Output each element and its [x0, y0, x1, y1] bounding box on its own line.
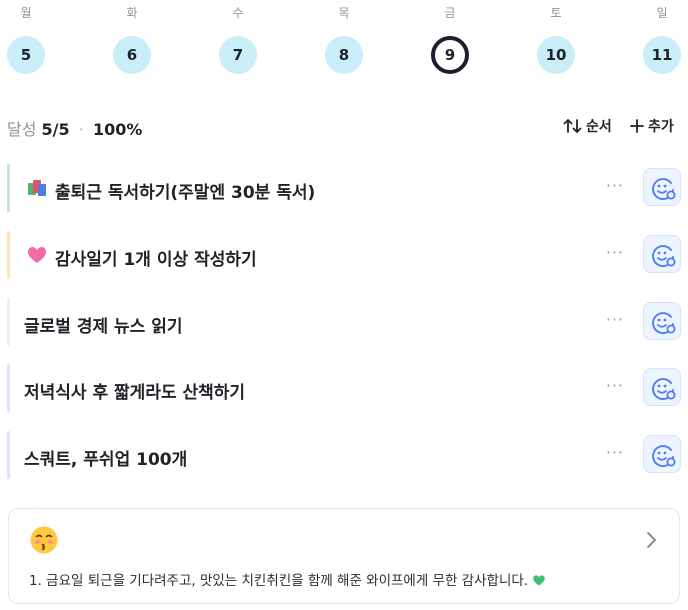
- task-item[interactable]: 출퇴근 독서하기(주말엔 30분 독서) ···: [7, 164, 683, 212]
- summary-percent: 100%: [92, 120, 143, 139]
- smile-check-icon: [652, 312, 676, 334]
- day-date[interactable]: 6: [113, 36, 151, 74]
- green-heart-icon: [533, 575, 546, 586]
- day-wed[interactable]: 수 7: [213, 0, 263, 74]
- gratitude-text: 1. 금요일 퇴근을 기다려주고, 맛있는 치킨취킨을 함께 해준 와이프에게 …: [29, 573, 529, 589]
- day-date[interactable]: 10: [537, 36, 575, 74]
- smile-check-icon: [652, 378, 676, 400]
- more-options-button[interactable]: ···: [601, 376, 629, 396]
- day-thu[interactable]: 목 8: [319, 0, 369, 74]
- task-color-bar: [7, 231, 10, 279]
- task-check-button[interactable]: [643, 368, 681, 406]
- day-label: 수: [232, 6, 244, 20]
- task-title: 감사일기 1개 이상 작성하기: [55, 250, 257, 270]
- day-date-selected[interactable]: 9: [431, 36, 469, 74]
- more-options-button[interactable]: ···: [601, 443, 629, 463]
- sort-button[interactable]: 순서: [563, 116, 612, 136]
- task-title: 저녁식사 후 짧게라도 산책하기: [24, 383, 246, 403]
- day-tue[interactable]: 화 6: [107, 0, 157, 74]
- gratitude-entry: 1. 금요일 퇴근을 기다려주고, 맛있는 치킨취킨을 함께 해준 와이프에게 …: [29, 569, 546, 589]
- more-options-button[interactable]: ···: [601, 310, 629, 330]
- books-icon: [28, 180, 46, 196]
- kissing-face-icon: [30, 526, 58, 554]
- task-check-button[interactable]: [643, 435, 681, 473]
- add-label: 추가: [648, 119, 674, 135]
- task-check-button[interactable]: [643, 235, 681, 273]
- more-options-button[interactable]: ···: [601, 176, 629, 196]
- task-title: 글로벌 경제 뉴스 읽기: [24, 317, 183, 337]
- plus-icon: [630, 119, 644, 133]
- summary-label: 달성: [7, 120, 37, 139]
- day-label: 토: [550, 6, 562, 20]
- day-label: 화: [126, 6, 138, 20]
- task-item[interactable]: 감사일기 1개 이상 작성하기 ···: [7, 231, 683, 279]
- task-title: 출퇴근 독서하기(주말엔 30분 독서): [55, 183, 316, 203]
- task-check-button[interactable]: [643, 168, 681, 206]
- smile-check-icon: [652, 245, 676, 267]
- day-label: 월: [20, 6, 32, 20]
- task-item[interactable]: 저녁식사 후 짧게라도 산책하기 ···: [7, 364, 683, 412]
- day-date[interactable]: 8: [325, 36, 363, 74]
- gratitude-card[interactable]: 1. 금요일 퇴근을 기다려주고, 맛있는 치킨취킨을 함께 해준 와이프에게 …: [8, 508, 680, 604]
- day-label: 일: [656, 6, 668, 20]
- day-date[interactable]: 5: [7, 36, 45, 74]
- task-color-bar: [7, 364, 10, 412]
- day-label: 목: [338, 6, 350, 20]
- task-title: 스쿼트, 푸쉬업 100개: [24, 450, 188, 470]
- more-options-button[interactable]: ···: [601, 243, 629, 263]
- add-button[interactable]: 추가: [629, 116, 674, 136]
- sort-arrows-icon: [563, 119, 582, 133]
- day-sun[interactable]: 일 11: [637, 0, 687, 74]
- week-strip: 월 5 화 6 수 7 목 8 금 9 토 10 일 11: [0, 0, 688, 80]
- day-fri[interactable]: 금 9: [425, 0, 475, 74]
- day-label: 금: [444, 6, 456, 20]
- day-sat[interactable]: 토 10: [531, 0, 581, 74]
- day-date[interactable]: 11: [643, 36, 681, 74]
- task-color-bar: [7, 164, 10, 212]
- task-color-bar: [7, 298, 10, 346]
- summary-count: 5/5: [41, 120, 70, 139]
- day-mon[interactable]: 월 5: [1, 0, 51, 74]
- pink-heart-icon: [28, 247, 46, 263]
- task-check-button[interactable]: [643, 302, 681, 340]
- day-date[interactable]: 7: [219, 36, 257, 74]
- smile-check-icon: [652, 445, 676, 467]
- task-color-bar: [7, 431, 10, 479]
- chevron-right-icon[interactable]: [645, 531, 657, 549]
- smile-check-icon: [652, 178, 676, 200]
- task-item[interactable]: 스쿼트, 푸쉬업 100개 ···: [7, 431, 683, 479]
- achievement-summary: 달성 5/5 · 100%: [7, 116, 142, 140]
- task-item[interactable]: 글로벌 경제 뉴스 읽기 ···: [7, 298, 683, 346]
- summary-separator: ·: [78, 120, 84, 139]
- sort-label: 순서: [586, 119, 612, 135]
